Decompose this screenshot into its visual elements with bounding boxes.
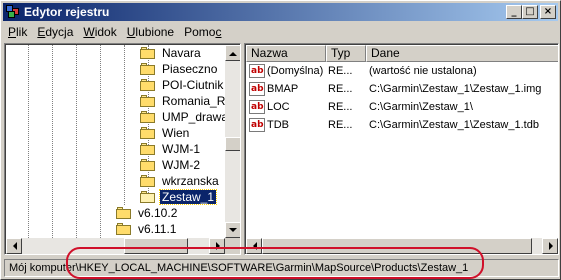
menu-plik[interactable]: Plik	[3, 25, 32, 39]
tree-item-label: Piaseczno	[162, 62, 218, 76]
values-list-pane[interactable]: Nazwa Typ Dane ab (Domyślna) RE... (wartość…	[244, 43, 559, 255]
value-data: C:\Garmin\Zestaw_1\	[369, 101, 473, 113]
tree-item-label: WJM-2	[162, 158, 200, 172]
folder-icon	[140, 94, 156, 108]
hscroll-thumb[interactable]	[124, 238, 188, 254]
tree-item[interactable]: v6.10.2	[116, 205, 179, 221]
menu-bar: Plik Edycja Widok Ulubione Pomoc	[3, 22, 558, 42]
tree-item-label: POI-Ciutnik	[162, 78, 224, 92]
hscroll-thumb[interactable]	[262, 238, 532, 254]
folder-icon	[140, 174, 156, 188]
list-header: Nazwa Typ Dane	[246, 45, 558, 62]
folder-icon	[140, 126, 156, 140]
tree-item[interactable]: Romania_Ro	[140, 93, 225, 109]
value-data: C:\Garmin\Zestaw_1\Zestaw_1.tdb	[369, 119, 539, 131]
tree-item[interactable]: v6.11.1	[116, 221, 178, 237]
list-item[interactable]: ab TDB RE... C:\Garmin\Zestaw_1\Zestaw_1.td…	[246, 117, 556, 133]
list-item[interactable]: ab BMAP RE... C:\Garmin\Zestaw_1\Zestaw_1.i…	[246, 81, 556, 97]
string-value-icon: ab	[249, 100, 265, 114]
status-bar: Mój komputer\HKEY_LOCAL_MACHINE\SOFTWARE…	[4, 259, 559, 277]
menu-pomoc[interactable]: Pomoc	[179, 25, 226, 39]
scroll-right-button[interactable]	[209, 238, 225, 254]
value-data: (wartość nie ustalona)	[369, 65, 477, 77]
value-name: TDB	[267, 119, 289, 131]
status-path: Mój komputer\HKEY_LOCAL_MACHINE\SOFTWARE…	[9, 262, 469, 274]
value-type: RE...	[328, 119, 353, 131]
registry-editor-icon	[5, 4, 21, 20]
column-header-data[interactable]: Dane	[366, 45, 558, 62]
tree-item-label: Wien	[162, 126, 190, 140]
list-item[interactable]: ab (Domyślna) RE... (wartość nie ustalona)	[246, 63, 556, 79]
scroll-up-button[interactable]	[225, 45, 240, 61]
folder-icon	[140, 62, 156, 76]
folder-icon	[116, 222, 132, 236]
menu-ulubione[interactable]: Ulubione	[122, 25, 179, 39]
scroll-left-button[interactable]	[246, 238, 262, 254]
list-horizontal-scrollbar[interactable]	[246, 238, 558, 254]
registry-editor-window: Edytor rejestru _ □ × Plik Edycja Widok …	[0, 0, 561, 280]
scroll-down-button[interactable]	[225, 222, 240, 238]
folder-icon	[116, 206, 132, 220]
menu-edycja[interactable]: Edycja	[32, 25, 78, 39]
tree-item[interactable]: WJM-2	[140, 157, 202, 173]
folder-icon	[140, 190, 156, 204]
tree-item-label: WJM-1	[162, 142, 200, 156]
tree-item[interactable]: WJM-1	[140, 141, 202, 157]
key-tree[interactable]: Navara Piaseczno POI-Ciutnik Romania_Ro UMP_…	[6, 45, 225, 238]
string-value-icon: ab	[249, 64, 265, 78]
title-bar[interactable]: Edytor rejestru _ □ ×	[3, 3, 558, 21]
key-tree-pane[interactable]: Navara Piaseczno POI-Ciutnik Romania_Ro UMP_…	[4, 43, 241, 255]
tree-item[interactable]: Zestaw_1	[140, 189, 218, 205]
folder-icon	[140, 158, 156, 172]
tree-item[interactable]: UMP_drawa	[140, 109, 225, 125]
menu-widok[interactable]: Widok	[78, 25, 121, 39]
tree-item-label: UMP_drawa	[162, 110, 225, 124]
window-title: Edytor rejestru	[24, 5, 110, 19]
value-name: (Domyślna)	[267, 65, 324, 77]
folder-icon	[140, 110, 156, 124]
tree-item[interactable]: Piaseczno	[140, 61, 219, 77]
folder-icon	[140, 46, 156, 60]
tree-item-label: Zestaw_1	[158, 189, 218, 205]
value-name: LOC	[267, 101, 290, 113]
tree-item[interactable]: Wien	[140, 125, 191, 141]
string-value-icon: ab	[249, 118, 265, 132]
value-data: C:\Garmin\Zestaw_1\Zestaw_1.img	[369, 83, 542, 95]
scroll-thumb[interactable]	[225, 137, 240, 151]
tree-item-label: wkrzanska	[162, 174, 219, 188]
value-type: RE...	[328, 65, 353, 77]
tree-horizontal-scrollbar[interactable]	[6, 238, 225, 254]
close-button[interactable]: ×	[540, 5, 556, 19]
value-name: BMAP	[267, 83, 299, 95]
tree-vertical-scrollbar[interactable]	[225, 45, 240, 238]
minimize-button[interactable]: _	[506, 5, 522, 19]
tree-item-label: Romania_Ro	[162, 94, 225, 108]
tree-item[interactable]: wkrzanska	[140, 173, 221, 189]
tree-item-label: v6.11.1	[138, 222, 177, 236]
string-value-icon: ab	[249, 82, 265, 96]
tree-item[interactable]: POI-Ciutnik	[140, 77, 225, 93]
scroll-right-button[interactable]	[542, 238, 558, 254]
maximize-button[interactable]: □	[522, 5, 538, 19]
value-type: RE...	[328, 101, 353, 113]
folder-icon	[140, 78, 156, 92]
tree-item[interactable]: Navara	[140, 45, 203, 61]
folder-icon	[140, 142, 156, 156]
column-header-type[interactable]: Typ	[326, 45, 366, 62]
tree-item-label: v6.10.2	[138, 206, 178, 220]
tree-item-label: Navara	[162, 46, 201, 60]
column-header-name[interactable]: Nazwa	[246, 45, 326, 62]
value-type: RE...	[328, 83, 353, 95]
scroll-left-button[interactable]	[6, 238, 22, 254]
list-item[interactable]: ab LOC RE... C:\Garmin\Zestaw_1\	[246, 99, 556, 115]
